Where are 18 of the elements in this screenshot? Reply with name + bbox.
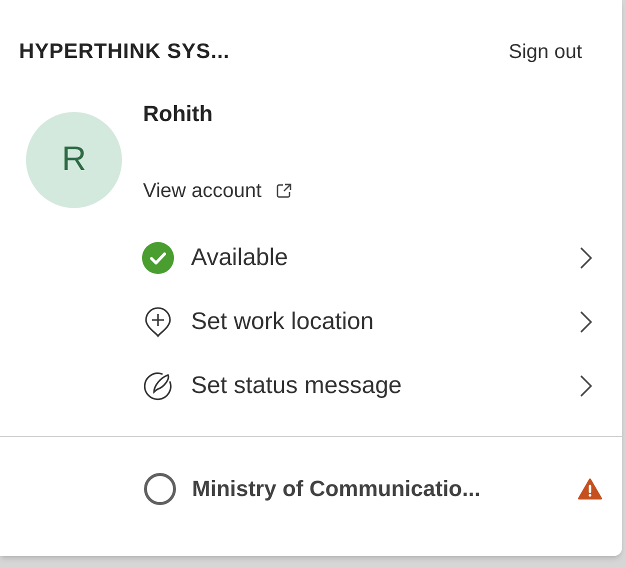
chevron-right-icon [580,310,592,332]
location-pin-add-icon [142,306,174,338]
user-name: Rohith [143,100,214,128]
avatar: R [26,112,122,208]
chevron-right-icon [580,246,592,268]
menu-item[interactable]: Set work location [142,290,592,354]
chevron-right-icon [580,374,592,396]
radio-button[interactable] [144,472,176,504]
sign-out-link[interactable]: Sign out [508,36,582,67]
account-name: Ministry of Communicatio... [192,475,482,503]
external-link-icon [276,182,292,198]
account-item[interactable]: Ministry of Communicatio... [144,466,602,510]
menu-item[interactable]: Set status message [142,354,592,418]
available-check-icon [142,242,174,274]
menu-item[interactable]: Available [142,226,592,290]
pen-icon [142,370,174,402]
organization-name: HYPERTHINK SYS... [19,39,230,65]
view-account-link[interactable]: View account [143,176,262,206]
